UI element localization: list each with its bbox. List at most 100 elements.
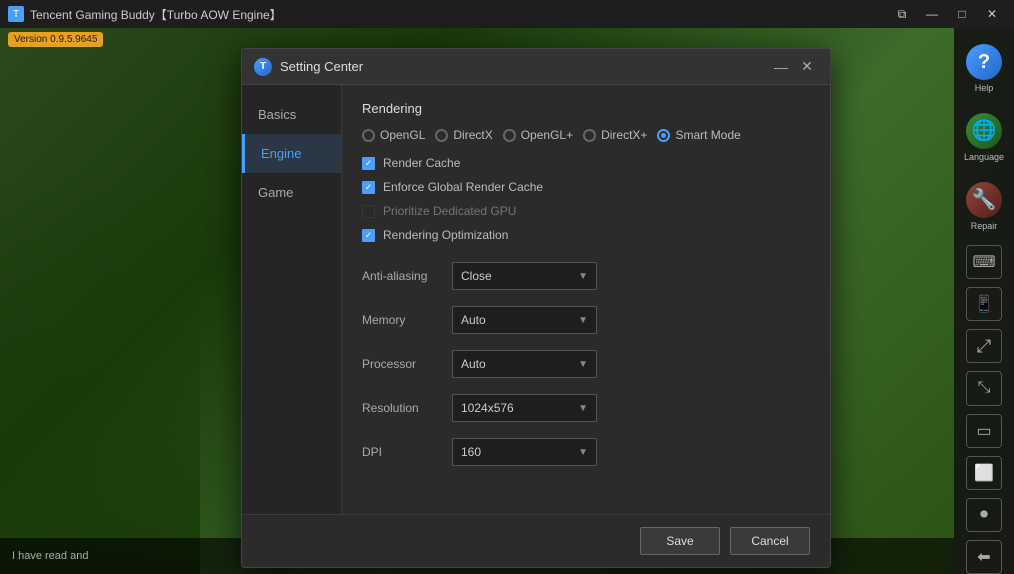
antialiasing-arrow-icon: ▼ — [578, 271, 588, 282]
cancel-button[interactable]: Cancel — [730, 527, 810, 555]
nav-engine[interactable]: Engine — [242, 134, 341, 173]
sidebar-record-button[interactable]: ⏺ — [966, 498, 1002, 532]
processor-select[interactable]: Auto ▼ — [452, 350, 597, 378]
sidebar-phone-button[interactable]: 📱 — [966, 287, 1002, 321]
checkbox-render-cache-box — [362, 157, 375, 170]
titlebar-minimize-button[interactable]: — — [918, 3, 946, 25]
checkbox-prioritize-gpu[interactable]: Prioritize Dedicated GPU — [362, 204, 810, 218]
dialog-logo-icon: T — [254, 58, 272, 76]
right-sidebar: ? Help 🌐 Language 🔧 Repair ⌨ 📱 ⤢ ⤡ ▭ ⬜ ⏺… — [954, 28, 1014, 574]
memory-select[interactable]: Auto ▼ — [452, 306, 597, 334]
rendering-checkboxes: Render Cache Enforce Global Render Cache… — [362, 156, 810, 242]
rendering-section-title: Rendering — [362, 101, 810, 116]
resolution-value: 1024x576 — [461, 401, 514, 415]
antialiasing-select[interactable]: Close ▼ — [452, 262, 597, 290]
modal-overlay: T Setting Center — ✕ Basics Engine Game … — [0, 28, 954, 574]
help-label: Help — [975, 83, 994, 93]
dpi-label: DPI — [362, 445, 452, 459]
checkbox-opt-box — [362, 229, 375, 242]
sidebar-language-button[interactable]: 🌐 Language — [958, 107, 1010, 168]
dialog-close-button[interactable]: ✕ — [796, 56, 818, 78]
sidebar-repair-button[interactable]: 🔧 Repair — [958, 176, 1010, 237]
dialog-footer: Save Cancel — [242, 514, 830, 567]
checkbox-gpu-label: Prioritize Dedicated GPU — [383, 204, 516, 218]
dialog-title: Setting Center — [280, 59, 363, 74]
antialiasing-label: Anti-aliasing — [362, 269, 452, 283]
radio-smartmode[interactable]: Smart Mode — [657, 128, 740, 142]
dialog-titlebar: T Setting Center — ✕ — [242, 49, 830, 85]
radio-openglplus[interactable]: OpenGL+ — [503, 128, 573, 142]
form-row-processor: Processor Auto ▼ — [362, 350, 810, 378]
render-mode-group: OpenGL DirectX OpenGL+ DirectX+ — [362, 128, 810, 142]
radio-smartmode-label: Smart Mode — [675, 128, 740, 142]
sidebar-resize-button[interactable]: ⤡ — [966, 371, 1002, 405]
app-icon: T — [8, 6, 24, 22]
processor-arrow-icon: ▼ — [578, 359, 588, 370]
checkbox-enforce-cache-label: Enforce Global Render Cache — [383, 180, 543, 194]
dialog-controls: — ✕ — [770, 56, 818, 78]
sidebar-help-button[interactable]: ? Help — [958, 38, 1010, 99]
antialiasing-value: Close — [461, 269, 492, 283]
radio-opengl[interactable]: OpenGL — [362, 128, 425, 142]
form-row-dpi: DPI 160 ▼ — [362, 438, 810, 466]
memory-label: Memory — [362, 313, 452, 327]
checkbox-rendering-optimization[interactable]: Rendering Optimization — [362, 228, 810, 242]
radio-directx-label: DirectX — [453, 128, 492, 142]
dpi-arrow-icon: ▼ — [578, 447, 588, 458]
radio-smartmode-circle — [657, 129, 670, 142]
memory-value: Auto — [461, 313, 486, 327]
radio-opengl-label: OpenGL — [380, 128, 425, 142]
checkbox-gpu-box — [362, 205, 375, 218]
checkbox-enforce-cache-box — [362, 181, 375, 194]
dialog-nav: Basics Engine Game — [242, 85, 342, 514]
memory-arrow-icon: ▼ — [578, 315, 588, 326]
resolution-select[interactable]: 1024x576 ▼ — [452, 394, 597, 422]
titlebar-restore-button[interactable]: ⧉ — [888, 3, 916, 25]
resolution-label: Resolution — [362, 401, 452, 415]
radio-directxplus-label: DirectX+ — [601, 128, 647, 142]
dialog-content: Rendering OpenGL DirectX OpenGL+ — [342, 85, 830, 514]
dpi-value: 160 — [461, 445, 481, 459]
dialog-title-area: T Setting Center — [254, 58, 363, 76]
titlebar-maximize-button[interactable]: □ — [948, 3, 976, 25]
setting-center-dialog: T Setting Center — ✕ Basics Engine Game … — [241, 48, 831, 568]
nav-game[interactable]: Game — [242, 173, 341, 212]
app-title: Tencent Gaming Buddy【Turbo AOW Engine】 — [30, 6, 282, 23]
dialog-minimize-button[interactable]: — — [770, 56, 792, 78]
repair-icon: 🔧 — [966, 182, 1002, 218]
form-row-antialiasing: Anti-aliasing Close ▼ — [362, 262, 810, 290]
titlebar-controls: ⧉ — □ ✕ — [888, 3, 1006, 25]
resolution-arrow-icon: ▼ — [578, 403, 588, 414]
dialog-body: Basics Engine Game Rendering OpenGL Dire… — [242, 85, 830, 514]
form-row-memory: Memory Auto ▼ — [362, 306, 810, 334]
processor-label: Processor — [362, 357, 452, 371]
sidebar-keyboard-button[interactable]: ⌨ — [966, 245, 1002, 279]
checkbox-opt-label: Rendering Optimization — [383, 228, 508, 242]
nav-basics[interactable]: Basics — [242, 95, 341, 134]
radio-opengl-circle — [362, 129, 375, 142]
radio-openglplus-label: OpenGL+ — [521, 128, 573, 142]
processor-value: Auto — [461, 357, 486, 371]
checkbox-render-cache[interactable]: Render Cache — [362, 156, 810, 170]
titlebar-close-button[interactable]: ✕ — [978, 3, 1006, 25]
radio-directx-circle — [435, 129, 448, 142]
form-row-resolution: Resolution 1024x576 ▼ — [362, 394, 810, 422]
sidebar-screen-button[interactable]: ▭ — [966, 414, 1002, 448]
radio-directxplus-circle — [583, 129, 596, 142]
radio-openglplus-circle — [503, 129, 516, 142]
sidebar-rotate-button[interactable]: ⤢ — [966, 329, 1002, 363]
app-titlebar: T Tencent Gaming Buddy【Turbo AOW Engine】… — [0, 0, 1014, 28]
help-icon: ? — [966, 44, 1002, 80]
sidebar-exit-button[interactable]: ⬅ — [966, 540, 1002, 574]
checkbox-enforce-global-render-cache[interactable]: Enforce Global Render Cache — [362, 180, 810, 194]
titlebar-left: T Tencent Gaming Buddy【Turbo AOW Engine】 — [8, 6, 282, 23]
repair-label: Repair — [971, 221, 998, 231]
radio-directx[interactable]: DirectX — [435, 128, 492, 142]
radio-directxplus[interactable]: DirectX+ — [583, 128, 647, 142]
sidebar-aspect-button[interactable]: ⬜ — [966, 456, 1002, 490]
language-label: Language — [964, 152, 1004, 162]
checkbox-render-cache-label: Render Cache — [383, 156, 460, 170]
language-icon: 🌐 — [966, 113, 1002, 149]
dpi-select[interactable]: 160 ▼ — [452, 438, 597, 466]
save-button[interactable]: Save — [640, 527, 720, 555]
